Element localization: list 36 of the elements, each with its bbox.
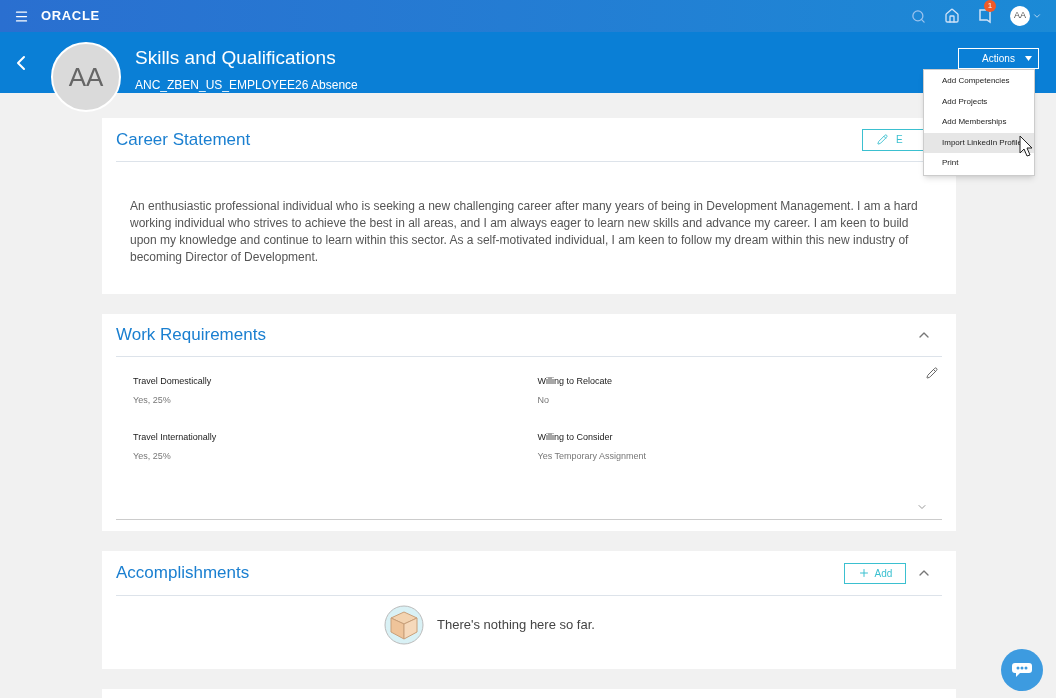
menu-item[interactable]: Add Memberships xyxy=(924,112,1034,133)
notifications-icon[interactable] xyxy=(978,8,992,24)
page-subtitle: ANC_ZBEN_US_EMPLOYEE26 Absence xyxy=(135,76,358,94)
field-value: Yes Temporary Assignment xyxy=(537,449,647,463)
empty-box-icon xyxy=(383,604,426,646)
notification-badge: 1 xyxy=(984,0,996,12)
field-value: Yes, 25% xyxy=(133,449,171,463)
career-statement-text: An enthusiastic professional individual who is seeking a new challenging career after many years of being in Development Management. I am a hard working individual who strives to achieve the best in all areas, and I am always eager to learn new skills and advance my career. I am keen to build upon my knowledge and continue to learn within this sector. As a self-motivated individual, I am keen to follow my dream within this new industry of becoming Director of Development. xyxy=(129,198,919,266)
pencil-icon xyxy=(877,134,888,145)
field-label: Willing to Consider xyxy=(537,431,614,444)
menu-item[interactable]: Add Competencies xyxy=(924,71,1034,92)
field-label: Travel Domestically xyxy=(133,375,213,388)
menu-item[interactable]: Print xyxy=(924,153,1034,174)
caret-icon xyxy=(1025,56,1032,61)
page-title: Skills and Qualifications xyxy=(135,46,337,70)
empty-message: There's nothing here so far. xyxy=(437,616,595,635)
menu-item[interactable]: Add Projects xyxy=(924,91,1034,112)
plus-icon xyxy=(857,567,870,579)
chat-icon xyxy=(1011,662,1033,678)
field-label: Willing to Relocate xyxy=(537,375,614,388)
field-value: No xyxy=(537,393,549,407)
actions-button[interactable]: Actions xyxy=(958,48,1039,69)
field-value: Yes, 25% xyxy=(133,393,171,407)
logo[interactable]: ORACLE xyxy=(41,6,100,26)
chevron-down-icon[interactable] xyxy=(1032,11,1042,21)
field-label: Travel Internationally xyxy=(133,431,218,444)
profile-avatar: AA xyxy=(51,42,121,112)
edit-icon[interactable] xyxy=(926,367,938,379)
user-avatar[interactable]: AA xyxy=(1010,6,1030,26)
chat-button[interactable] xyxy=(1001,649,1043,691)
menu-icon[interactable] xyxy=(14,8,29,24)
search-icon[interactable] xyxy=(911,8,926,24)
home-icon[interactable] xyxy=(944,8,960,24)
section-title: Career Statement xyxy=(116,128,251,151)
section-title: Work Requirements xyxy=(116,324,266,347)
section-title: Accomplishments xyxy=(116,562,250,585)
